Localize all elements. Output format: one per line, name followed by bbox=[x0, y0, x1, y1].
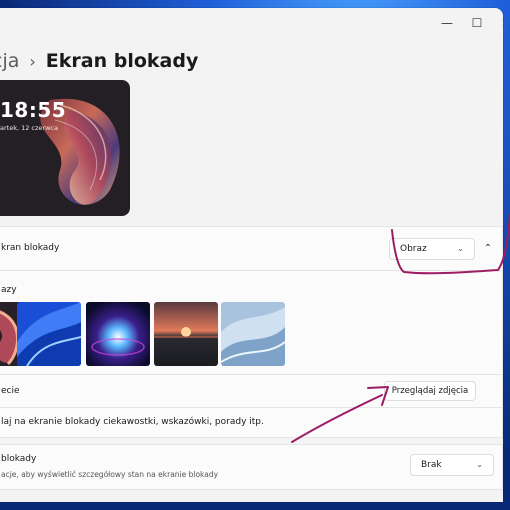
thumbnail-dark-bloom[interactable] bbox=[86, 302, 150, 366]
lock-screen-label: kran blokady bbox=[1, 243, 60, 253]
lock-screen-type-dropdown[interactable]: Obraz ⌄ bbox=[389, 238, 475, 260]
chevron-right-icon: › bbox=[29, 51, 36, 71]
browse-photos-label: Przeglądaj zdjęcia bbox=[391, 386, 469, 396]
dropdown-value: Obraz bbox=[400, 244, 427, 254]
preview-time: 18:55 bbox=[0, 98, 67, 122]
breadcrumb: cja › Ekran blokady bbox=[0, 50, 198, 72]
preview-date: artek, 12 czerwca bbox=[0, 124, 58, 132]
dropdown-value: Brak bbox=[421, 460, 442, 470]
chevron-down-icon: ⌄ bbox=[457, 244, 464, 253]
thumbnail-soft-blue-waves[interactable] bbox=[221, 302, 285, 366]
chevron-up-icon[interactable]: ⌃ bbox=[479, 239, 497, 257]
close-button[interactable]: ✕ bbox=[491, 13, 503, 33]
thumbnail-sunset-lake[interactable] bbox=[154, 302, 218, 366]
thumbnail-blue-windows-flow[interactable] bbox=[17, 302, 81, 366]
breadcrumb-parent[interactable]: cja bbox=[0, 50, 19, 72]
chevron-down-icon: ⌄ bbox=[476, 460, 483, 469]
choose-photo-label: ecie bbox=[1, 386, 20, 396]
lock-screen-setting-card: kran blokady Obraz ⌄ ⌃ bbox=[0, 226, 503, 271]
lock-screen-preview: 18:55 artek, 12 czerwca bbox=[0, 80, 130, 216]
lock-status-label: blokady bbox=[1, 454, 37, 464]
page-title: Ekran blokady bbox=[45, 50, 199, 72]
choose-photo-card: ecie Przeglądaj zdjęcia bbox=[0, 375, 503, 408]
maximize-button[interactable]: ☐ bbox=[462, 13, 492, 33]
lock-status-card: blokady acje, aby wyświetlić szczegółowy… bbox=[0, 444, 503, 490]
browse-photos-button[interactable]: Przeglądaj zdjęcia bbox=[384, 381, 476, 401]
fun-facts-label[interactable]: laj na ekranie blokady ciekawostki, wska… bbox=[1, 417, 264, 427]
fun-facts-card: laj na ekranie blokady ciekawostki, wska… bbox=[0, 408, 503, 438]
lock-status-dropdown[interactable]: Brak ⌄ bbox=[410, 454, 494, 476]
lock-status-description: acje, aby wyświetlić szczegółowy stan na… bbox=[1, 470, 219, 479]
settings-window: — ☐ ✕ cja › Ekran blokady bbox=[0, 8, 503, 502]
recent-images-label: azy bbox=[1, 285, 17, 295]
minimize-button[interactable]: — bbox=[432, 13, 462, 33]
